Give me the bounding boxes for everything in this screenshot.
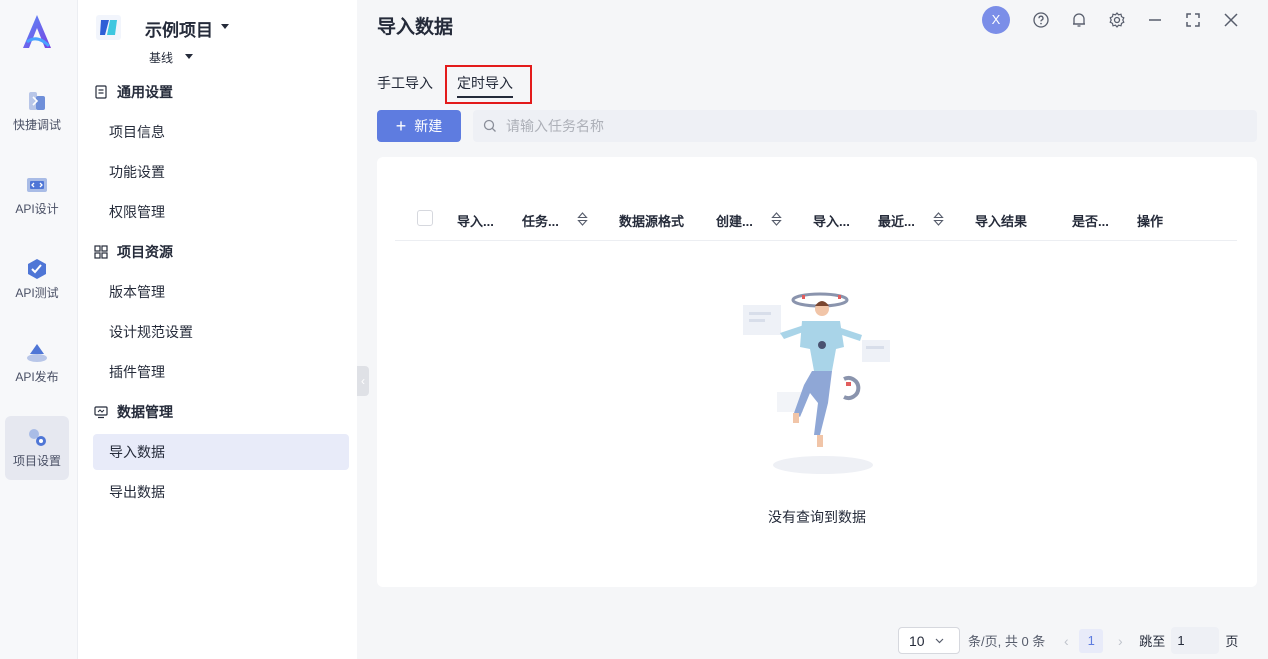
rail-item-api-design[interactable]: API设计 [5, 164, 69, 228]
group-title: 通用设置 [117, 84, 173, 100]
branch-dropdown-icon[interactable] [185, 54, 193, 59]
app-logo[interactable] [19, 12, 55, 52]
sort-icon[interactable] [933, 212, 944, 226]
nav-item-design-spec[interactable]: 设计规范设置 [93, 314, 349, 350]
group-title: 数据管理 [117, 404, 173, 420]
nav-item-import-data[interactable]: 导入数据 [93, 434, 349, 470]
group-title: 项目资源 [117, 244, 173, 260]
page-number-current[interactable]: 1 [1079, 628, 1104, 653]
sidebar-collapse-handle[interactable]: ‹ [357, 366, 369, 396]
nav-item-plugin-management[interactable]: 插件管理 [93, 354, 349, 390]
minimize-icon[interactable] [1146, 11, 1164, 29]
bell-icon[interactable] [1070, 11, 1088, 29]
nav-item-version-management[interactable]: 版本管理 [93, 274, 349, 310]
rail-item-label: 项目设置 [12, 454, 61, 468]
group-project-resources: 项目资源 [94, 242, 173, 262]
new-button[interactable]: + 新建 [377, 110, 461, 142]
rail-item-api-publish[interactable]: API发布 [5, 332, 69, 396]
new-button-label: 新建 [414, 118, 443, 134]
rail-item-api-test[interactable]: API测试 [5, 248, 69, 312]
next-page-icon[interactable]: › [1113, 633, 1127, 649]
column-header[interactable]: 创建... [716, 211, 753, 230]
rail-item-project-settings[interactable]: 项目设置 [5, 416, 69, 480]
page-suffix: 页 [1225, 634, 1239, 649]
gear-icon[interactable] [1108, 11, 1126, 29]
rail-item-label: API测试 [15, 286, 59, 300]
column-header[interactable]: 是否... [1072, 211, 1109, 230]
jump-page-input[interactable] [1171, 627, 1220, 654]
search-input[interactable] [506, 118, 1206, 134]
empty-state-illustration [743, 292, 890, 474]
empty-state-text: 没有查询到数据 [768, 509, 866, 525]
api-test-icon [28, 259, 46, 279]
avatar[interactable]: X [982, 6, 1010, 34]
rail-item-label: 快捷调试 [12, 118, 61, 132]
pagination-summary: 条/页, 共 0 条 [968, 634, 1046, 649]
rail-item-label: API发布 [15, 370, 59, 384]
close-icon[interactable] [1222, 11, 1240, 29]
column-header[interactable]: 导入... [813, 211, 850, 230]
select-all-checkbox[interactable] [417, 210, 433, 226]
api-publish-icon [27, 344, 47, 362]
left-rail: 快捷调试 API设计 API测试 API发布 项目设置 [0, 0, 78, 659]
nav-item-feature-settings[interactable]: 功能设置 [93, 154, 349, 190]
group-general-settings: 通用设置 [94, 82, 173, 102]
fullscreen-icon[interactable] [1184, 11, 1202, 29]
column-header[interactable]: 导入结果 [975, 211, 1027, 230]
search-box [473, 110, 1257, 142]
branch-selector[interactable]: 基线 [149, 49, 173, 66]
quick-debug-icon [29, 92, 45, 110]
table-header: 导入... 任务... 数据源格式 创建... 导入... 最近... 导入结果… [395, 199, 1237, 241]
project-name[interactable]: 示例项目 [145, 16, 213, 41]
pagination: 10 条/页, 共 0 条 ‹ 1 › 跳至 页 [898, 627, 1238, 654]
monitor-icon [94, 406, 108, 419]
top-toolbar: X [982, 6, 1250, 34]
page-size-value: 10 [909, 632, 925, 649]
prev-page-icon[interactable]: ‹ [1059, 633, 1073, 649]
rail-item-quick-debug[interactable]: 快捷调试 [5, 80, 69, 144]
task-table-card: 导入... 任务... 数据源格式 创建... 导入... 最近... 导入结果… [377, 157, 1257, 587]
sort-icon[interactable] [577, 212, 588, 226]
nav-item-export-data[interactable]: 导出数据 [93, 474, 349, 510]
tab-manual-import[interactable]: 手工导入 [377, 73, 433, 93]
nav-item-project-info[interactable]: 项目信息 [93, 114, 349, 150]
document-icon [95, 85, 107, 99]
plus-icon: + [395, 116, 407, 136]
project-sidebar: 示例项目 基线 通用设置 项目信息 功能设置 权限管理 项目资源 版本管理 设计… [78, 0, 357, 659]
column-header[interactable]: 最近... [878, 211, 915, 230]
sort-icon[interactable] [771, 212, 782, 226]
grid-icon [94, 245, 108, 259]
nav-item-permissions[interactable]: 权限管理 [93, 194, 349, 230]
column-header[interactable]: 数据源格式 [619, 211, 684, 230]
group-data-management: 数据管理 [94, 402, 173, 422]
jump-label: 跳至 [1139, 634, 1166, 649]
help-icon[interactable] [1032, 11, 1050, 29]
column-header: 操作 [1137, 214, 1164, 229]
page-size-select[interactable]: 10 [898, 627, 960, 654]
annotation-highlight-box [445, 65, 532, 104]
column-header[interactable]: 导入... [457, 211, 494, 230]
project-settings-icon [29, 429, 46, 446]
project-dropdown-icon[interactable] [221, 24, 229, 29]
page-title: 导入数据 [377, 17, 454, 38]
chevron-down-icon [935, 638, 944, 644]
rail-item-label: API设计 [15, 202, 59, 216]
api-design-icon [27, 178, 47, 192]
search-icon [483, 119, 496, 132]
column-header[interactable]: 任务... [522, 211, 559, 230]
project-logo [96, 15, 121, 40]
